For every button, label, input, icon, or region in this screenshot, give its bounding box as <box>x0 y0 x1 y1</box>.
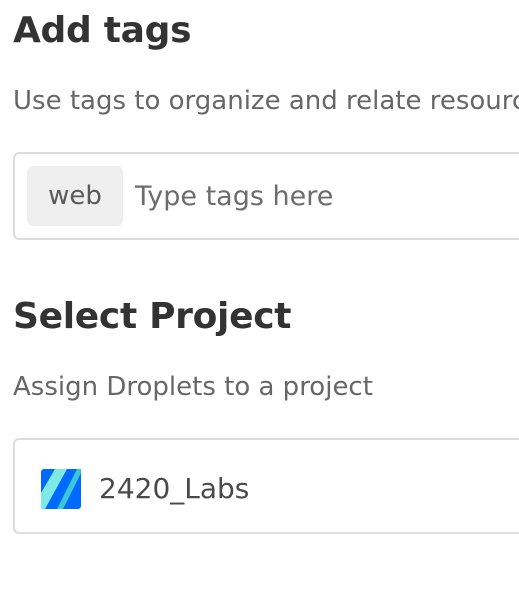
tag-chip-web[interactable]: web <box>27 166 123 226</box>
selected-project-name: 2420_Labs <box>99 472 250 505</box>
select-project-heading: Select Project <box>13 296 292 337</box>
add-tags-heading: Add tags <box>13 10 192 51</box>
project-select[interactable]: 2420_Labs <box>13 438 519 534</box>
tags-input-container[interactable]: web <box>13 152 519 240</box>
select-project-description: Assign Droplets to a project <box>13 372 373 402</box>
droplet-settings-panel: Add tags Use tags to organize and relate… <box>0 0 519 592</box>
project-stripes-icon <box>41 469 81 509</box>
tags-input[interactable] <box>135 166 519 226</box>
add-tags-description: Use tags to organize and relate resource… <box>13 86 519 116</box>
